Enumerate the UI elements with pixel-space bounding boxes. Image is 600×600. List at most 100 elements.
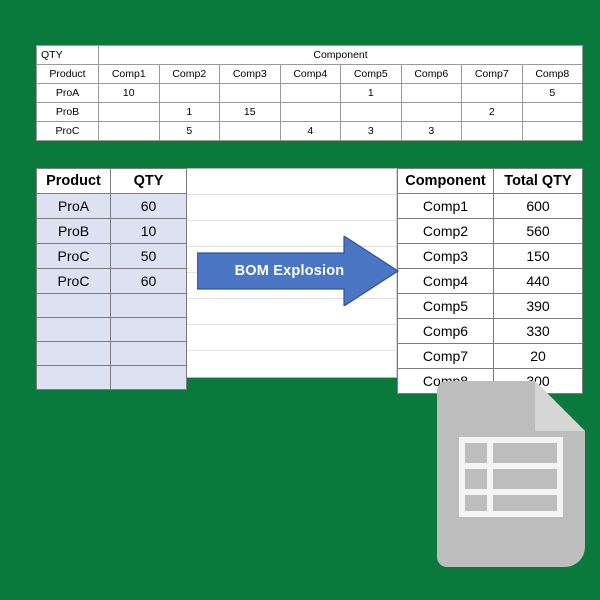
cell-qty-empty[interactable] — [110, 341, 187, 366]
matrix-cell[interactable]: 3 — [400, 121, 462, 141]
matrix-component-label: Component — [97, 45, 584, 65]
spreadsheet-document-icon — [437, 381, 585, 567]
matrix-cell[interactable]: 3 — [340, 121, 402, 141]
table-row[interactable]: ProB 10 — [36, 218, 187, 244]
matrix-cell[interactable] — [521, 121, 584, 141]
cell-qty[interactable]: 60 — [110, 268, 187, 294]
header-qty: QTY — [110, 168, 187, 194]
matrix-cell[interactable] — [279, 102, 341, 122]
matrix-cell[interactable] — [219, 121, 281, 141]
matrix-row-product: ProC — [36, 121, 99, 141]
table-row[interactable]: Comp4 440 — [397, 268, 583, 294]
cell-component[interactable]: Comp4 — [397, 268, 494, 294]
matrix-cell[interactable] — [98, 102, 160, 122]
matrix-cell[interactable] — [98, 121, 160, 141]
matrix-header-comp1: Comp1 — [98, 64, 160, 84]
matrix-header-comp2: Comp2 — [158, 64, 220, 84]
matrix-header-comp4: Comp4 — [279, 64, 341, 84]
matrix-cell[interactable] — [461, 83, 523, 103]
table-row-empty[interactable] — [36, 317, 187, 342]
table-row[interactable]: ProA 10 1 5 — [36, 83, 584, 103]
matrix-cell[interactable] — [400, 83, 462, 103]
cell-qty[interactable]: 60 — [110, 193, 187, 219]
component-total-header-row: Component Total QTY — [397, 168, 583, 194]
cell-product[interactable]: ProC — [36, 268, 111, 294]
header-component: Component — [397, 168, 494, 194]
matrix-cell[interactable]: 2 — [461, 102, 523, 122]
cell-total[interactable]: 560 — [493, 218, 583, 244]
cell-total[interactable]: 20 — [493, 343, 583, 369]
matrix-cell[interactable]: 10 — [98, 83, 160, 103]
table-row[interactable]: ProC 60 — [36, 268, 187, 294]
matrix-cell[interactable] — [521, 102, 584, 122]
matrix-header-row: Product Comp1 Comp2 Comp3 Comp4 Comp5 Co… — [36, 64, 584, 84]
cell-total[interactable]: 390 — [493, 293, 583, 319]
table-grid-cells — [465, 443, 557, 511]
matrix-cell[interactable]: 15 — [219, 102, 281, 122]
table-row[interactable]: Comp6 330 — [397, 318, 583, 344]
matrix-cell[interactable] — [158, 83, 220, 103]
matrix-cell[interactable]: 4 — [279, 121, 341, 141]
cell-component[interactable]: Comp3 — [397, 243, 494, 269]
header-product: Product — [36, 168, 111, 194]
cell-product-empty[interactable] — [36, 365, 111, 390]
matrix-cell[interactable]: 1 — [158, 102, 220, 122]
cell-product-empty[interactable] — [36, 341, 111, 366]
right-arrow-icon — [197, 236, 399, 306]
matrix-header-comp5: Comp5 — [340, 64, 402, 84]
bom-component-matrix[interactable]: QTY Component Product Comp1 Comp2 Comp3 … — [36, 45, 584, 141]
cell-qty-empty[interactable] — [110, 317, 187, 342]
cell-component[interactable]: Comp7 — [397, 343, 494, 369]
matrix-header-comp3: Comp3 — [219, 64, 281, 84]
cell-qty[interactable]: 50 — [110, 243, 187, 269]
table-row[interactable]: ProC 5 4 3 3 — [36, 121, 584, 141]
table-row-empty[interactable] — [36, 365, 187, 390]
table-row[interactable]: Comp5 390 — [397, 293, 583, 319]
cell-total[interactable]: 330 — [493, 318, 583, 344]
table-row-empty[interactable] — [36, 341, 187, 366]
cell-qty[interactable]: 10 — [110, 218, 187, 244]
cell-component[interactable]: Comp5 — [397, 293, 494, 319]
document-fold-icon — [535, 381, 585, 431]
cell-product-empty[interactable] — [36, 317, 111, 342]
cell-component[interactable]: Comp6 — [397, 318, 494, 344]
matrix-header-comp7: Comp7 — [461, 64, 523, 84]
cell-total[interactable]: 440 — [493, 268, 583, 294]
table-row[interactable]: Comp1 600 — [397, 193, 583, 219]
cell-total[interactable]: 150 — [493, 243, 583, 269]
table-row[interactable]: ProA 60 — [36, 193, 187, 219]
matrix-cell[interactable]: 1 — [340, 83, 402, 103]
table-row[interactable]: ProC 50 — [36, 243, 187, 269]
matrix-header-comp6: Comp6 — [400, 64, 462, 84]
table-row[interactable]: Comp2 560 — [397, 218, 583, 244]
table-row[interactable]: Comp7 20 — [397, 343, 583, 369]
cell-product[interactable]: ProA — [36, 193, 111, 219]
matrix-cell[interactable]: 5 — [158, 121, 220, 141]
matrix-cell[interactable]: 5 — [521, 83, 584, 103]
matrix-header-product: Product — [36, 64, 99, 84]
component-total-qty-table[interactable]: Component Total QTY Comp1 600 Comp2 560 … — [397, 168, 583, 394]
product-qty-input-table[interactable]: Product QTY ProA 60 ProB 10 ProC 50 ProC… — [36, 168, 187, 390]
bom-explosion-arrow-shape[interactable] — [197, 236, 399, 306]
matrix-qty-label: QTY — [36, 45, 99, 65]
cell-product[interactable]: ProB — [36, 218, 111, 244]
cell-component[interactable]: Comp1 — [397, 193, 494, 219]
cell-product[interactable]: ProC — [36, 243, 111, 269]
matrix-cell[interactable] — [340, 102, 402, 122]
cell-qty-empty[interactable] — [110, 365, 187, 390]
matrix-title-row: QTY Component — [36, 45, 584, 65]
cell-component[interactable]: Comp2 — [397, 218, 494, 244]
cell-product-empty[interactable] — [36, 293, 111, 318]
cell-total[interactable]: 600 — [493, 193, 583, 219]
header-total-qty: Total QTY — [493, 168, 583, 194]
matrix-cell[interactable] — [461, 121, 523, 141]
matrix-cell[interactable] — [219, 83, 281, 103]
table-row[interactable]: Comp3 150 — [397, 243, 583, 269]
matrix-cell[interactable] — [400, 102, 462, 122]
cell-qty-empty[interactable] — [110, 293, 187, 318]
table-row[interactable]: ProB 1 15 2 — [36, 102, 584, 122]
matrix-row-product: ProA — [36, 83, 99, 103]
matrix-row-product: ProB — [36, 102, 99, 122]
matrix-cell[interactable] — [279, 83, 341, 103]
table-row-empty[interactable] — [36, 293, 187, 318]
